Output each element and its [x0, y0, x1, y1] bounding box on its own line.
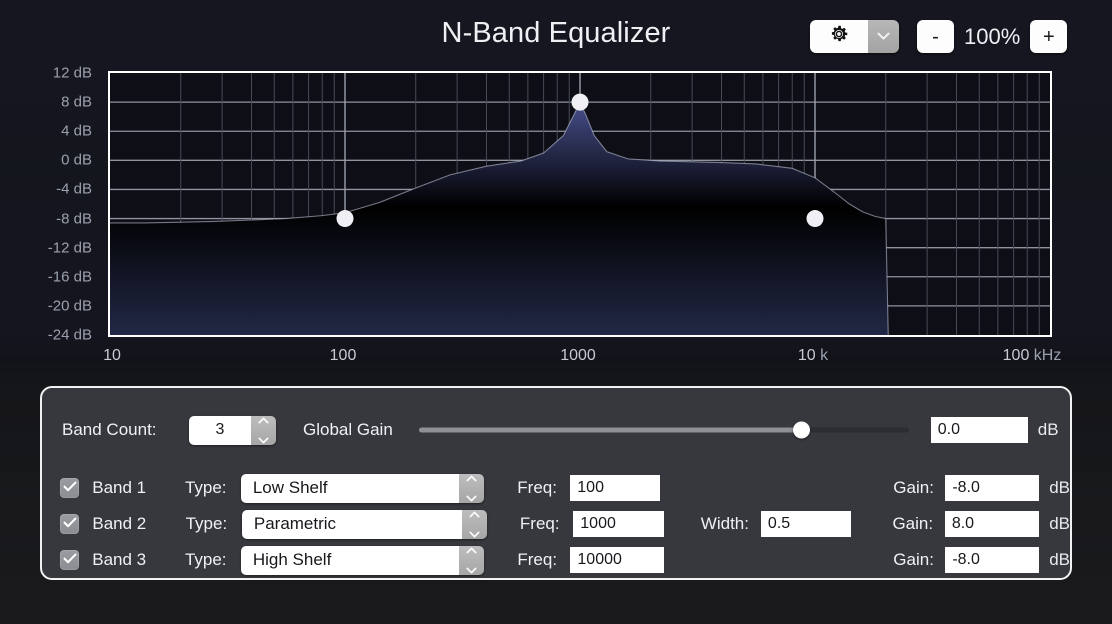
global-controls-row: Band Count: 3 Global Gain 0.0 dB: [42, 414, 1070, 446]
band-handle-3[interactable]: [806, 210, 824, 228]
band-count-value[interactable]: 3: [189, 415, 251, 445]
band-3-freq-field[interactable]: 10000: [570, 547, 665, 573]
chevron-down-icon: [466, 561, 477, 575]
x-axis-tick: 1000: [560, 347, 596, 364]
band-3-freq-label: Freq:: [517, 550, 558, 569]
eq-graph: 12 dB 8 dB 4 dB 0 dB -4 dB -8 dB -12 dB -16 dB -…: [0, 62, 1112, 377]
band-2-width-field[interactable]: 0.5: [760, 511, 852, 537]
chevron-down-icon: [466, 489, 477, 503]
band-1-type-arrows[interactable]: [459, 473, 485, 503]
band-row-2: Band 2 Type: Parametric Freq: 1000 Width…: [42, 508, 1070, 540]
header-bar: N-Band Equalizer - 100% +: [0, 0, 1112, 70]
check-icon: [63, 515, 77, 533]
band-1-freq-label: Freq:: [517, 478, 557, 497]
band-3-gain-label: Gain:: [893, 550, 934, 569]
zoom-out-button[interactable]: -: [917, 20, 954, 53]
band-3-gain-field[interactable]: -8.0: [945, 547, 1040, 573]
band-row-1: Band 1 Type: Low Shelf Freq: 100 Gain: -…: [42, 472, 1070, 504]
x-axis-tick: 100: [329, 347, 357, 364]
band-handle-2[interactable]: [571, 93, 589, 111]
check-icon: [63, 551, 77, 569]
global-gain-label: Global Gain: [303, 420, 393, 439]
band-count-stepper[interactable]: 3: [189, 415, 276, 445]
band-1-type-label: Type:: [184, 478, 227, 497]
zoom-level-label: 100%: [964, 23, 1021, 49]
chevron-down-icon: [877, 28, 890, 46]
global-gain-slider[interactable]: [418, 419, 909, 441]
band-2-gain-label: Gain:: [892, 514, 934, 533]
band-1-type-value[interactable]: Low Shelf: [240, 473, 460, 503]
band-2-gain-unit: dB: [1049, 514, 1071, 533]
band-1-type-select[interactable]: Low Shelf: [240, 473, 485, 503]
gear-icon: [828, 23, 850, 50]
controls-panel: Band Count: 3 Global Gain 0.0 dB Band 1 …: [40, 386, 1072, 580]
band-2-freq-field[interactable]: 1000: [573, 511, 664, 537]
band-3-type-label: Type:: [184, 550, 227, 569]
chevron-down-icon: [258, 431, 269, 445]
zoom-controls: - 100% +: [917, 20, 1068, 53]
band-2-type-value[interactable]: Parametric: [241, 509, 462, 539]
global-gain-unit: dB: [1037, 420, 1059, 439]
slider-thumb[interactable]: [792, 421, 810, 439]
chevron-up-icon: [469, 510, 480, 524]
slider-fill: [418, 427, 801, 433]
x-axis-tick: 100 kHz: [1002, 347, 1062, 364]
settings-button-group[interactable]: [810, 20, 899, 53]
band-count-label: Band Count:: [62, 420, 157, 439]
y-axis-tick: -4 dB: [56, 180, 92, 198]
equalizer-window: N-Band Equalizer - 100% + 12 dB 8 dB 4 d…: [0, 0, 1112, 624]
band-3-enable-checkbox[interactable]: [60, 550, 80, 570]
band-3-label: Band 3: [92, 550, 147, 569]
y-axis-tick: -24 dB: [47, 326, 92, 344]
band-2-type-arrows[interactable]: [461, 509, 487, 539]
y-axis-tick: 12 dB: [52, 64, 92, 82]
band-2-gain-field[interactable]: 8.0: [944, 511, 1040, 537]
band-1-gain-field[interactable]: -8.0: [945, 475, 1040, 501]
y-axis-tick: -20 dB: [47, 297, 92, 315]
band-2-freq-label: Freq:: [519, 514, 560, 533]
y-axis-tick: 4 dB: [61, 122, 92, 140]
gear-button[interactable]: [810, 20, 868, 53]
band-2-type-label: Type:: [185, 514, 228, 533]
band-count-stepper-arrows[interactable]: [251, 415, 276, 445]
y-axis-tick: 0 dB: [61, 151, 92, 169]
band-1-freq-field[interactable]: 100: [570, 475, 661, 501]
settings-dropdown-button[interactable]: [868, 20, 899, 53]
band-1-gain-label: Gain:: [893, 478, 934, 497]
chevron-up-icon: [466, 546, 477, 560]
x-axis: 10 100 1000 10 k 100 kHz: [103, 347, 1061, 373]
check-icon: [63, 479, 77, 497]
global-gain-field[interactable]: 0.0: [930, 417, 1028, 443]
x-axis-tick: 10 k: [797, 347, 829, 364]
chevron-up-icon: [466, 474, 477, 488]
band-handle-1[interactable]: [336, 210, 354, 228]
band-3-type-value[interactable]: High Shelf: [240, 545, 460, 575]
band-2-label: Band 2: [92, 514, 147, 533]
band-1-enable-checkbox[interactable]: [60, 478, 80, 498]
y-axis-tick: -8 dB: [56, 210, 92, 228]
band-1-gain-unit: dB: [1049, 478, 1070, 497]
band-3-type-arrows[interactable]: [459, 545, 485, 575]
y-axis-tick: 8 dB: [61, 93, 92, 111]
x-axis-tick: 10: [103, 347, 121, 364]
band-2-width-label: Width:: [700, 514, 749, 533]
chevron-up-icon: [258, 416, 269, 430]
band-3-gain-unit: dB: [1049, 550, 1071, 569]
band-2-type-select[interactable]: Parametric: [241, 509, 487, 539]
band-1-label: Band 1: [92, 478, 147, 497]
y-axis-tick: -12 dB: [47, 239, 92, 257]
band-3-type-select[interactable]: High Shelf: [240, 545, 485, 575]
band-2-enable-checkbox[interactable]: [60, 514, 80, 534]
eq-curve-plot[interactable]: [108, 71, 1052, 337]
y-axis: 12 dB 8 dB 4 dB 0 dB -4 dB -8 dB -12 dB -16 dB -…: [0, 62, 100, 344]
zoom-in-button[interactable]: +: [1030, 20, 1068, 53]
chevron-down-icon: [469, 525, 480, 539]
band-row-3: Band 3 Type: High Shelf Freq: 10000 Gain…: [42, 544, 1070, 576]
y-axis-tick: -16 dB: [47, 268, 92, 286]
